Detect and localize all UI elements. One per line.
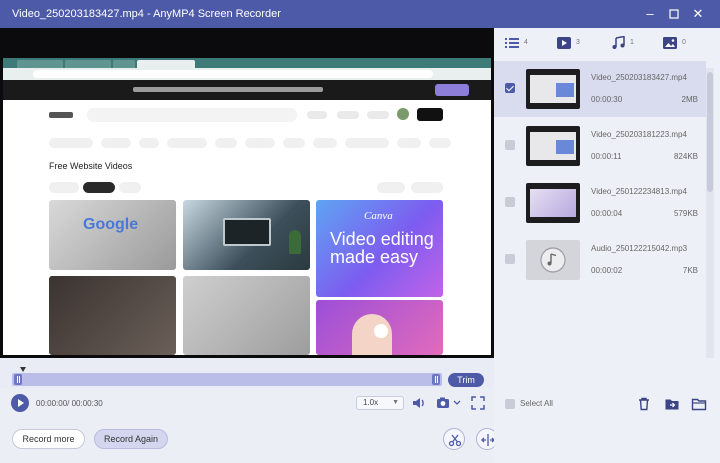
- preview-frame: Free Website Videos Google Canva Video e…: [3, 58, 491, 355]
- file-size: 2MB: [681, 95, 698, 104]
- trim-button[interactable]: Trim: [448, 373, 484, 387]
- media-filter-tabs: 4 3 1 0: [494, 28, 720, 58]
- file-checkbox[interactable]: [505, 197, 515, 207]
- app-window: Video_250203183427.mp4 - AnyMP4 Screen R…: [0, 0, 720, 463]
- image-icon: [663, 37, 677, 49]
- site-search: [87, 108, 297, 122]
- video-thumbnail: Google: [49, 200, 176, 270]
- file-checkbox[interactable]: [505, 83, 515, 93]
- record-again-button[interactable]: Record Again: [94, 429, 168, 449]
- site-banner: [3, 80, 491, 100]
- select-all-label[interactable]: Select All: [520, 399, 553, 408]
- file-name: Video_250203183427.mp4: [591, 73, 687, 82]
- file-name: Video_250203181223.mp4: [591, 130, 687, 139]
- canva-thumbnail: Canva Video editing made easy: [316, 200, 443, 297]
- open-folder-icon[interactable]: [691, 396, 707, 412]
- page-heading: Free Website Videos: [49, 161, 133, 171]
- folder-move-icon[interactable]: [664, 396, 680, 412]
- minimize-icon[interactable]: –: [642, 6, 658, 22]
- file-checkbox[interactable]: [505, 254, 515, 264]
- video-thumbnail: [183, 276, 310, 355]
- tab-count: 3: [576, 39, 580, 46]
- timeline[interactable]: [0, 358, 494, 388]
- address-bar: [33, 70, 433, 78]
- tab-all[interactable]: 4: [504, 36, 538, 50]
- file-name: Audio_250122215042.mp3: [591, 244, 688, 253]
- file-name: Video_250122234813.mp4: [591, 187, 687, 196]
- file-duration: 00:00:04: [591, 209, 623, 218]
- thumbnail-label: Video editing made easy: [330, 229, 434, 267]
- timeline-track[interactable]: [12, 373, 442, 386]
- file-item[interactable]: Video_250203181223.mp4 00:00:11 824KB: [494, 118, 706, 174]
- play-icon[interactable]: [11, 394, 29, 412]
- avatar: [397, 108, 409, 120]
- file-item[interactable]: Video_250203183427.mp4 00:00:30 2MB: [494, 61, 706, 117]
- thumbnail-label: Google: [83, 216, 139, 233]
- file-item[interactable]: Audio_250122215042.mp3 00:00:02 7KB: [494, 232, 706, 288]
- tab-count: 0: [682, 39, 686, 46]
- video-preview[interactable]: Free Website Videos Google Canva Video e…: [0, 28, 494, 358]
- site-logo: [49, 112, 73, 118]
- trim-tool-icon[interactable]: [443, 428, 465, 450]
- maximize-icon[interactable]: [666, 6, 682, 22]
- volume-icon[interactable]: [411, 395, 427, 411]
- trim-start-handle[interactable]: [14, 374, 22, 385]
- trim-end-handle[interactable]: [432, 374, 440, 385]
- tab-count: 4: [524, 39, 528, 46]
- tab-count: 1: [630, 39, 634, 46]
- window-title: Video_250203183427.mp4 - AnyMP4 Screen R…: [12, 8, 281, 20]
- laptop-image: [223, 218, 271, 246]
- file-item[interactable]: Video_250122234813.mp4 00:00:04 579KB: [494, 175, 706, 231]
- file-checkbox[interactable]: [505, 140, 515, 150]
- file-thumbnail: [526, 240, 580, 280]
- file-duration: 00:00:11: [591, 152, 622, 161]
- playhead[interactable]: [20, 367, 26, 372]
- file-size: 579KB: [673, 209, 698, 218]
- tab-audio[interactable]: 1: [610, 35, 644, 50]
- video-thumbnail: [183, 200, 310, 270]
- file-thumbnail: [526, 126, 580, 166]
- file-thumbnail: [526, 69, 580, 109]
- video-icon: [557, 37, 571, 49]
- file-thumbnail: [526, 183, 580, 223]
- recording-history-panel: 4 3 1 0 Video_250203183427.mp4 00:00:30 …: [494, 28, 720, 463]
- file-duration: 00:00:02: [591, 266, 623, 275]
- close-icon[interactable]: ✕: [690, 6, 706, 22]
- play-overlay-icon: [374, 324, 388, 338]
- speed-value: 1.0x: [363, 398, 379, 407]
- scrollbar-thumb[interactable]: [707, 72, 713, 192]
- file-size: 824KB: [673, 152, 698, 161]
- title-bar: Video_250203183427.mp4 - AnyMP4 Screen R…: [0, 0, 720, 28]
- scrollbar[interactable]: [706, 68, 714, 358]
- record-more-button[interactable]: Record more: [12, 429, 85, 449]
- chevron-down-icon[interactable]: [452, 395, 462, 411]
- list-icon: [505, 38, 519, 48]
- music-icon: [612, 35, 625, 49]
- video-thumbnail: [49, 276, 176, 355]
- file-duration: 00:00:30: [591, 95, 623, 104]
- canva-logo: Canva: [364, 210, 393, 222]
- browser-tabs: [3, 58, 491, 68]
- speed-select[interactable]: 1.0x ▼: [356, 396, 404, 410]
- tab-video[interactable]: 3: [556, 36, 590, 50]
- audio-file-icon: [540, 247, 566, 273]
- select-all-checkbox[interactable]: [505, 399, 515, 409]
- file-size: 7KB: [682, 266, 698, 275]
- chevron-down-icon: ▼: [392, 399, 399, 406]
- category-chips: [3, 136, 491, 152]
- fullscreen-icon[interactable]: [470, 395, 486, 411]
- tab-image[interactable]: 0: [662, 36, 696, 50]
- delete-icon[interactable]: [636, 396, 652, 412]
- camera-icon[interactable]: [436, 395, 452, 411]
- time-display: 00:00:00/ 00:00:30: [36, 399, 103, 408]
- video-thumbnail: [316, 300, 443, 355]
